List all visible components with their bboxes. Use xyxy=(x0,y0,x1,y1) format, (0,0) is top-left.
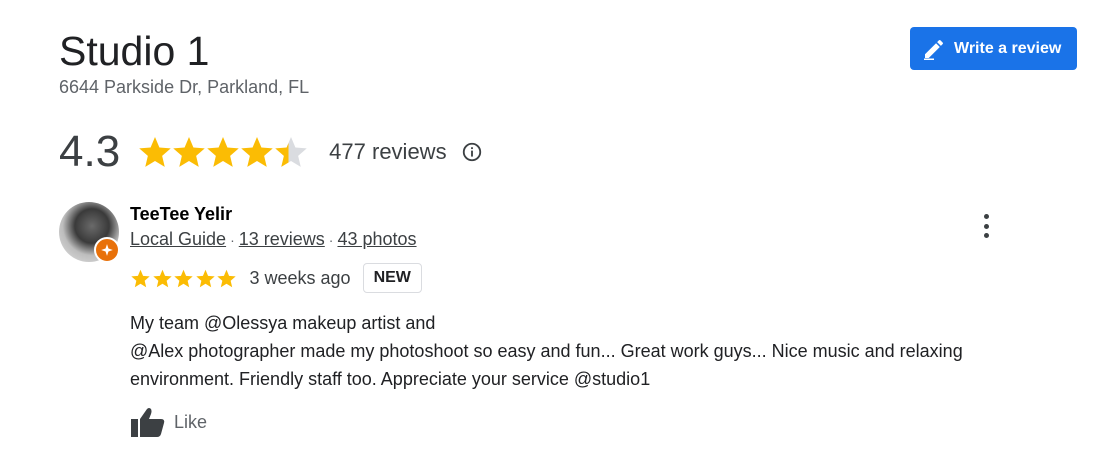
new-badge: NEW xyxy=(362,263,422,293)
meta-separator: · xyxy=(328,232,334,248)
star-icon xyxy=(207,137,239,167)
star-icon xyxy=(131,269,150,287)
like-label: Like xyxy=(174,411,208,432)
reviewer-name[interactable]: TeeTee Yelir xyxy=(130,203,232,225)
review-rating-row: 3 weeks ago NEW xyxy=(130,262,422,294)
meta-separator: · xyxy=(230,232,235,248)
local-guide-link[interactable]: Local Guide xyxy=(130,229,226,249)
star-icon xyxy=(174,269,193,287)
review-count-link[interactable]: 477 reviews xyxy=(329,139,446,165)
reviewer-photos-link[interactable]: 43 photos xyxy=(337,229,416,249)
rating-stars xyxy=(137,134,307,170)
place-title: Studio 1 xyxy=(59,28,210,74)
write-review-label: Write a review xyxy=(954,39,1062,57)
star-icon xyxy=(275,137,307,167)
pencil-icon xyxy=(924,39,944,60)
review-stars xyxy=(130,268,238,289)
review-text: My team @Olessya makeup artist and @Alex… xyxy=(130,309,1090,393)
star-icon xyxy=(217,269,236,287)
star-icon xyxy=(241,137,273,167)
place-address: 6644 Parkside Dr, Parkland, FL xyxy=(59,77,310,97)
local-guide-star-icon xyxy=(101,244,113,256)
reviewer-reviews-link[interactable]: 13 reviews xyxy=(239,229,325,249)
star-icon xyxy=(195,269,215,287)
star-icon xyxy=(152,269,172,287)
like-button[interactable]: Like xyxy=(130,404,207,440)
star-icon xyxy=(139,137,171,167)
info-icon[interactable] xyxy=(461,141,483,163)
more-vertical-icon[interactable] xyxy=(976,214,996,238)
star-icon xyxy=(173,137,205,167)
review-text-line: environment. Friendly staff too. Appreci… xyxy=(130,369,651,389)
write-review-button[interactable]: Write a review xyxy=(910,27,1077,70)
more-dot xyxy=(983,233,989,238)
local-guide-badge xyxy=(94,237,120,263)
review-date: 3 weeks ago xyxy=(249,267,351,288)
review-text-line: @Alex photographer made my photoshoot so… xyxy=(130,341,963,361)
thumbs-up-icon xyxy=(131,408,165,437)
rating-summary: 4.3 477 reviews xyxy=(59,124,483,180)
more-dot xyxy=(983,223,989,229)
reviewer-meta: Local Guide · 13 reviews · 43 photos xyxy=(130,228,417,251)
more-dot xyxy=(983,214,989,219)
rating-value: 4.3 xyxy=(59,127,121,176)
review-text-line: My team @Olessya makeup artist and xyxy=(130,313,436,333)
